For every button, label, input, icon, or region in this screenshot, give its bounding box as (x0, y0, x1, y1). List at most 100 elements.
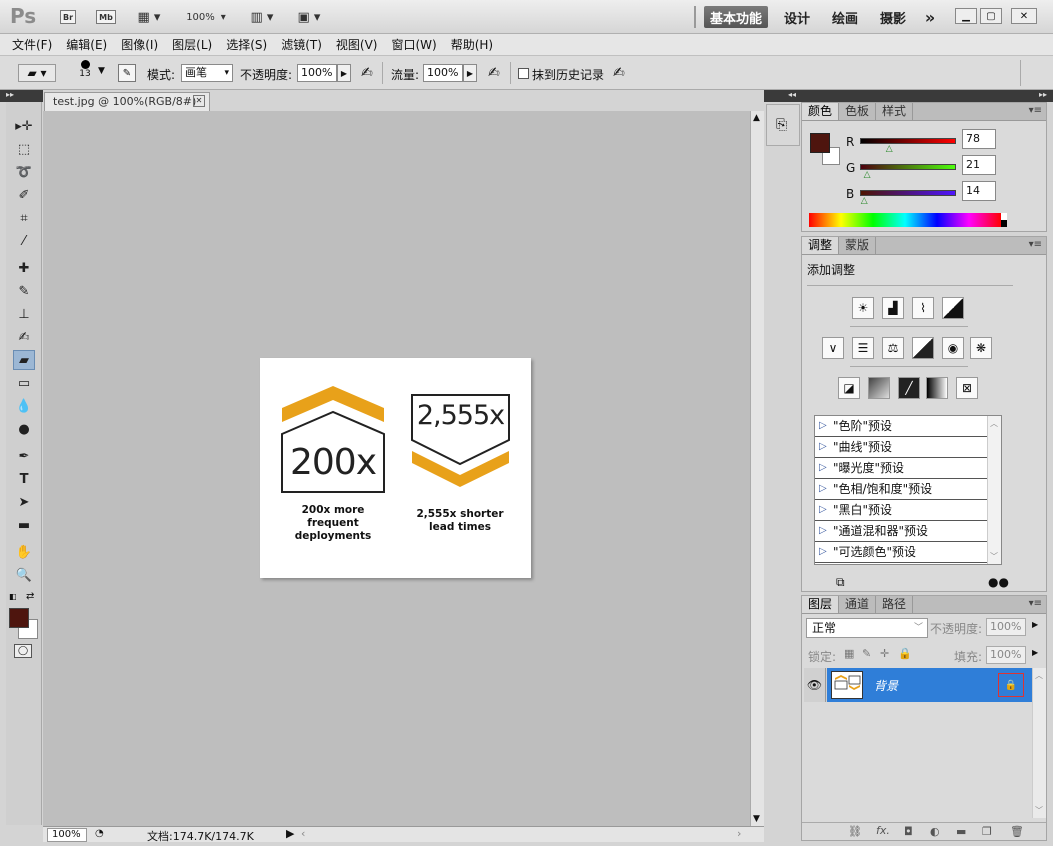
scroll-up-icon[interactable]: ▲ (753, 113, 760, 123)
menu-help[interactable]: 帮助(H) (451, 36, 493, 53)
path-selection-tool-icon[interactable]: ➤ (13, 492, 35, 512)
link-layers-icon[interactable]: ⛓ (848, 825, 862, 838)
opacity-slider-button[interactable]: ▶ (337, 64, 351, 82)
lock-pixels-icon[interactable]: ✎ (862, 647, 871, 660)
foreground-color-swatch[interactable] (9, 608, 29, 628)
g-slider[interactable] (860, 164, 956, 170)
b-slider-thumb[interactable]: △ (861, 196, 868, 206)
workspace-essentials[interactable]: 基本功能 (704, 6, 768, 28)
r-slider[interactable] (860, 138, 956, 144)
panel-menu-icon[interactable]: ▾≡ (1029, 105, 1042, 116)
menu-file[interactable]: 文件(F) (12, 36, 52, 53)
menu-layer[interactable]: 图层(L) (172, 36, 212, 53)
move-tool-icon[interactable]: ▸✛ (13, 116, 35, 136)
preset-curves[interactable]: ▷ "曲线"预设 (815, 437, 987, 458)
airbrush-icon[interactable]: ✍ (488, 65, 500, 81)
threshold-icon[interactable]: ╱ (898, 377, 920, 399)
channel-mixer-icon[interactable]: ❋ (970, 337, 992, 359)
tool-preset-picker[interactable]: ▰ ▾ (18, 64, 56, 82)
selective-color-icon[interactable]: ⊠ (956, 377, 978, 399)
preset-list-scrollbar[interactable]: ︿ ﹀ (987, 416, 1001, 564)
menu-select[interactable]: 选择(S) (226, 36, 267, 53)
arrange-documents-button[interactable]: ▥ ▾ (246, 8, 278, 26)
menu-view[interactable]: 视图(V) (336, 36, 378, 53)
close-button[interactable]: ✕ (1011, 8, 1037, 24)
opacity-input[interactable]: 100% (297, 64, 337, 82)
exposure-icon[interactable] (942, 297, 964, 319)
g-slider-thumb[interactable]: △ (864, 170, 871, 180)
clone-stamp-tool-icon[interactable]: ⊥ (13, 304, 35, 324)
posterize-icon[interactable] (868, 377, 890, 399)
swap-colors-icon[interactable]: ⇄ (26, 591, 34, 602)
minimize-button[interactable]: ▁ (955, 8, 977, 24)
workspace-painting[interactable]: 绘画 (826, 6, 864, 28)
vertical-scrollbar[interactable]: ▲ ▼ (750, 111, 764, 826)
menu-filter[interactable]: 滤镜(T) (281, 36, 322, 53)
opacity-slider-icon[interactable]: ▶ (1032, 620, 1038, 629)
layers-scrollbar[interactable]: ︿ ﹀ (1032, 668, 1046, 818)
status-menu-icon[interactable]: ▶ (286, 827, 294, 840)
flow-input[interactable]: 100% (423, 64, 463, 82)
menu-edit[interactable]: 编辑(E) (66, 36, 107, 53)
preset-channel-mixer[interactable]: ▷ "通道混和器"预设 (815, 521, 987, 542)
layer-opacity-input[interactable]: 100% (986, 618, 1026, 636)
layer-lock-icon[interactable]: 🔒 (998, 673, 1024, 697)
add-mask-icon[interactable]: ◘ (904, 825, 913, 838)
brush-preset-picker[interactable]: 13 (74, 60, 96, 79)
scroll-up-icon[interactable]: ︿ (990, 418, 998, 429)
history-brush-tool-icon[interactable]: ✍ (13, 327, 35, 347)
zoom-level-dropdown[interactable]: 100% ▾ (182, 8, 230, 26)
hand-tool-icon[interactable]: ✋ (13, 542, 35, 562)
color-ramp[interactable] (809, 213, 1001, 227)
menu-image[interactable]: 图像(I) (121, 36, 158, 53)
r-value-input[interactable]: 78 (962, 129, 996, 149)
levels-icon[interactable]: ▟ (882, 297, 904, 319)
fill-input[interactable]: 100% (986, 646, 1026, 664)
scroll-left-icon[interactable]: ‹ (301, 827, 305, 840)
mode-select[interactable]: 画笔 ▾ (181, 64, 233, 82)
blend-mode-select[interactable]: 正常 ﹀ (806, 618, 928, 638)
blur-tool-icon[interactable]: 💧 (13, 396, 35, 416)
b-slider[interactable] (860, 190, 956, 196)
brush-panel-toggle[interactable]: ✎ (118, 64, 136, 82)
tab-paths[interactable]: 路径 (876, 596, 914, 613)
panel-menu-icon[interactable]: ▾≡ (1029, 239, 1042, 250)
scroll-right-icon[interactable]: › (737, 827, 741, 840)
erase-history-checkbox[interactable] (518, 68, 529, 79)
tab-masks[interactable]: 蒙版 (839, 237, 877, 254)
layer-name[interactable]: 背景 (874, 677, 898, 694)
hue-saturation-icon[interactable]: ☰ (852, 337, 874, 359)
quick-selection-tool-icon[interactable]: ✐ (13, 185, 35, 205)
brush-tool-icon[interactable]: ✎ (13, 281, 35, 301)
white-chip[interactable] (1001, 213, 1007, 220)
panel-menu-icon[interactable]: ▾≡ (1029, 598, 1042, 609)
zoom-tool-icon[interactable]: 🔍 (13, 565, 35, 585)
fill-slider-icon[interactable]: ▶ (1032, 648, 1038, 657)
tab-color[interactable]: 颜色 (802, 103, 840, 120)
preset-black-white[interactable]: ▷ "黑白"预设 (815, 500, 987, 521)
tablet-pressure-icon[interactable]: ✍ (613, 65, 625, 81)
color-balance-icon[interactable]: ⚖ (882, 337, 904, 359)
crop-tool-icon[interactable]: ⌗ (13, 208, 35, 228)
scroll-down-icon[interactable]: ﹀ (1035, 805, 1043, 816)
delete-layer-icon[interactable]: 🗑 (1010, 825, 1024, 838)
preset-hue-saturation[interactable]: ▷ "色相/饱和度"预设 (815, 479, 987, 500)
eraser-tool-icon[interactable]: ▰ (13, 350, 35, 370)
tab-adjustments[interactable]: 调整 (802, 237, 840, 254)
scroll-down-icon[interactable]: ▼ (753, 814, 760, 824)
brightness-contrast-icon[interactable]: ☀ (852, 297, 874, 319)
shape-tool-icon[interactable]: ▬ (13, 515, 35, 535)
chevron-down-icon[interactable]: ▼ (98, 66, 105, 76)
dodge-tool-icon[interactable]: ● (13, 419, 35, 439)
layer-row-background[interactable]: 👁 背景 🔒 (804, 668, 1032, 702)
tab-channels[interactable]: 通道 (839, 596, 877, 613)
history-icon[interactable]: ⎘ (776, 117, 787, 133)
r-slider-thumb[interactable]: △ (886, 144, 893, 154)
bridge-button[interactable]: Br (60, 8, 76, 26)
healing-brush-tool-icon[interactable]: ✚ (13, 258, 35, 278)
lock-transparent-icon[interactable]: ▦ (844, 647, 854, 660)
maximize-button[interactable]: ▢ (980, 8, 1002, 24)
visibility-eye-icon[interactable]: 👁 (804, 668, 826, 702)
tab-layers[interactable]: 图层 (802, 596, 840, 613)
quick-mask-button[interactable]: ◯ (14, 644, 32, 658)
